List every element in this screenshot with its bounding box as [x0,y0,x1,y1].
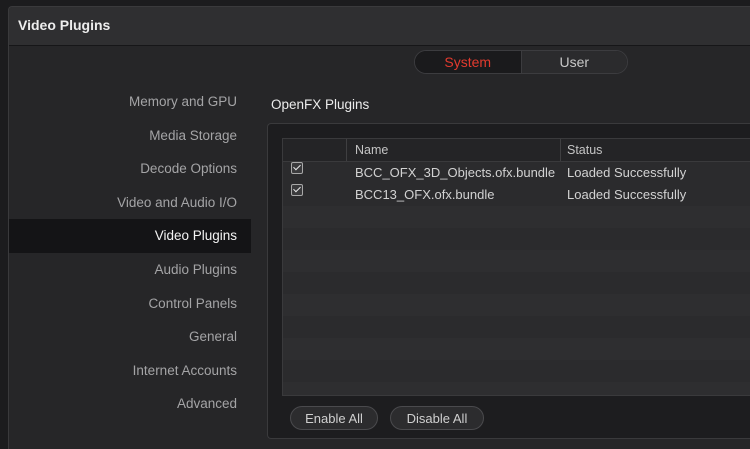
sidebar-item-media-storage[interactable]: Media Storage [9,119,251,153]
enable-checkbox[interactable] [291,184,303,196]
disable-all-button[interactable]: Disable All [390,406,484,430]
empty-row [283,272,750,294]
sidebar-item-internet-accounts[interactable]: Internet Accounts [9,354,251,388]
plugins-table: Name Status BCC_OFX_3D_Objects.ofx.bundl… [282,138,750,396]
empty-row [283,250,750,272]
enable-checkbox[interactable] [291,162,303,174]
column-header-enabled[interactable] [283,139,347,161]
preferences-window: Video Plugins System User Memory and GPU… [8,6,750,449]
checkmark-icon [293,184,301,193]
sidebar-item-video-and-audio-io[interactable]: Video and Audio I/O [9,186,251,220]
sidebar-item-general[interactable]: General [9,320,251,354]
tab-system[interactable]: System [415,51,521,73]
plugins-panel: Name Status BCC_OFX_3D_Objects.ofx.bundl… [267,123,750,439]
enable-all-button[interactable]: Enable All [290,406,378,430]
sidebar-item-advanced[interactable]: Advanced [9,387,251,421]
sidebar-item-decode-options[interactable]: Decode Options [9,152,251,186]
checkmark-icon [293,162,301,171]
plugin-status: Loaded Successfully [567,165,687,180]
section-title: OpenFX Plugins [271,97,370,112]
window-title: Video Plugins [18,17,111,33]
plugin-name: BCC_OFX_3D_Objects.ofx.bundle [355,165,556,180]
system-user-toggle: System User [414,50,628,74]
column-header-status[interactable]: Status [561,139,750,161]
empty-row [283,382,750,395]
table-header: Name Status [283,139,750,162]
table-row[interactable]: BCC13_OFX.ofx.bundle Loaded Successfully [283,184,750,206]
empty-row [283,338,750,360]
empty-row [283,360,750,382]
plugin-name: BCC13_OFX.ofx.bundle [355,187,495,202]
sidebar-item-video-plugins[interactable]: Video Plugins [9,219,251,253]
empty-row [283,228,750,250]
tab-user[interactable]: User [520,51,627,73]
empty-row [283,316,750,338]
plugin-status: Loaded Successfully [567,187,687,202]
sidebar-item-control-panels[interactable]: Control Panels [9,287,251,321]
sidebar: Memory and GPU Media Storage Decode Opti… [9,85,251,421]
sidebar-item-memory-and-gpu[interactable]: Memory and GPU [9,85,251,119]
row-check-cell [283,184,347,206]
sidebar-item-audio-plugins[interactable]: Audio Plugins [9,253,251,287]
column-header-name[interactable]: Name [347,139,561,161]
row-check-cell [283,162,347,184]
table-row[interactable]: BCC_OFX_3D_Objects.ofx.bundle Loaded Suc… [283,162,750,184]
empty-row [283,294,750,316]
title-bar: Video Plugins [9,7,750,46]
empty-row [283,206,750,228]
